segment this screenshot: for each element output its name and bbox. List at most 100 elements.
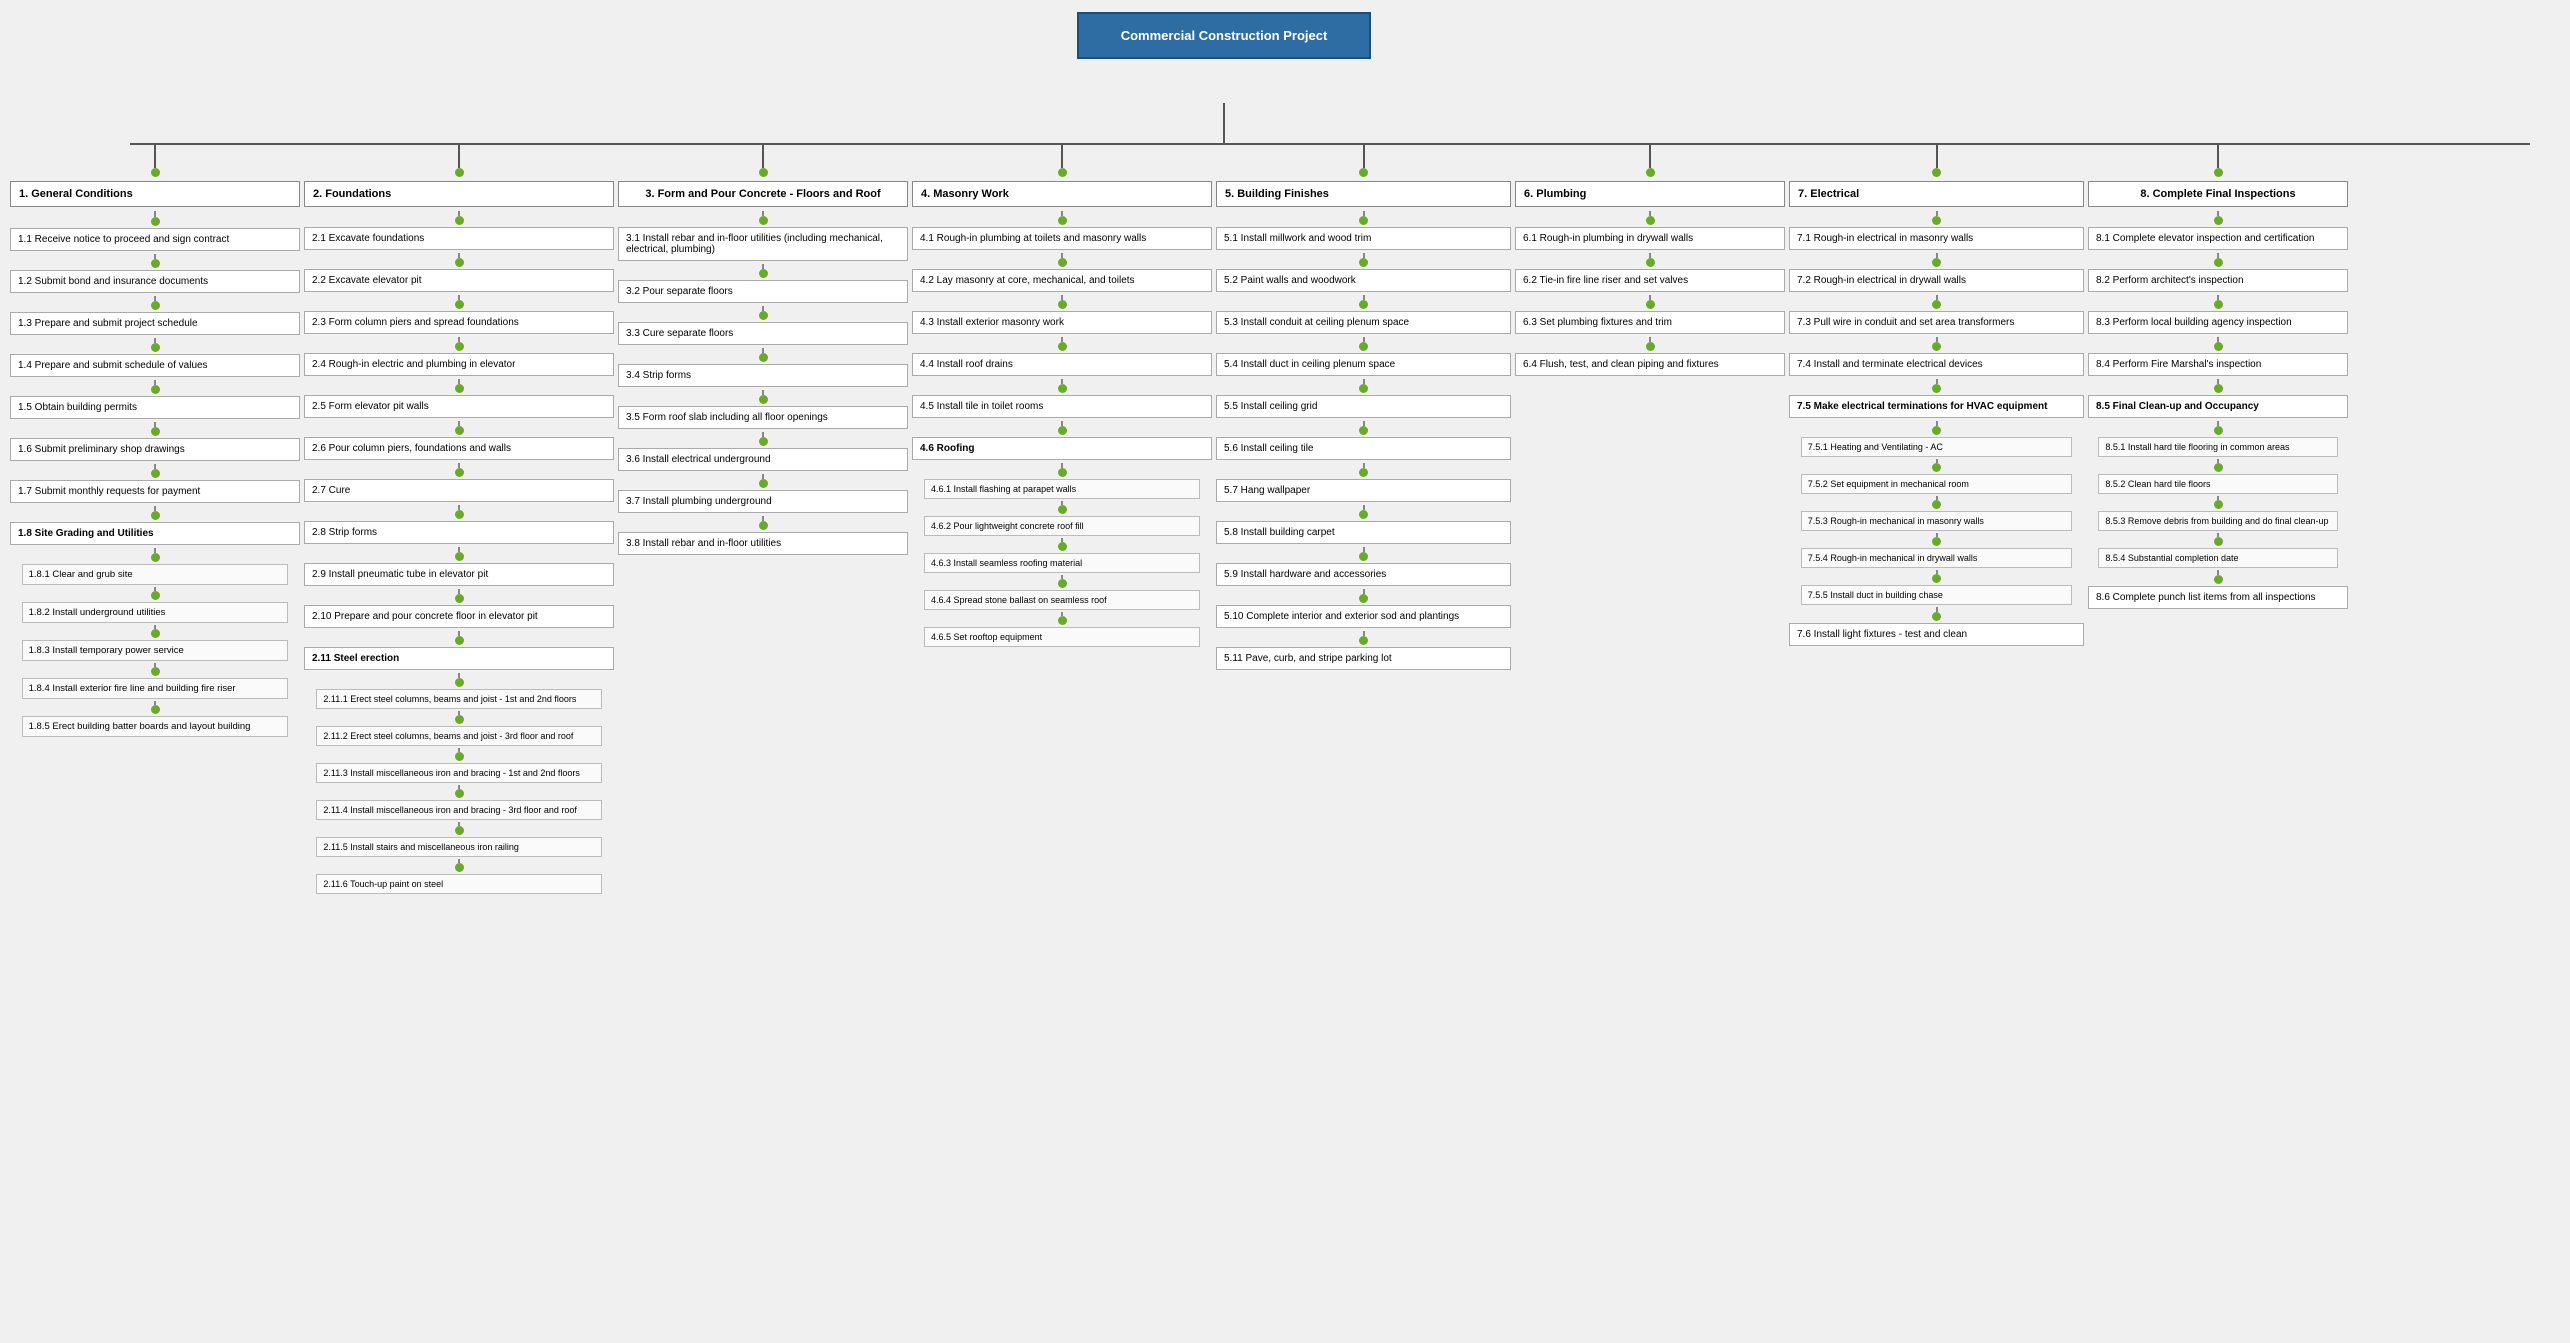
column-4: 4. Masonry Work 4.1 Rough-in plumbing at… (912, 143, 1212, 649)
task-2-4: 2.4 Rough-in electric and plumbing in el… (304, 353, 614, 376)
col3-header: 3. Form and Pour Concrete - Floors and R… (618, 181, 908, 207)
root-node: Commercial Construction Project (1077, 12, 1371, 59)
task-2-11-3: 2.11.3 Install miscellaneous iron and br… (316, 763, 601, 783)
task-5-9: 5.9 Install hardware and accessories (1216, 563, 1511, 586)
task-1-8-2: 1.8.2 Install underground utilities (22, 602, 289, 623)
task-2-11-6: 2.11.6 Touch-up paint on steel (316, 874, 601, 894)
task-7-5-5: 7.5.5 Install duct in building chase (1801, 585, 2072, 605)
task-3-2: 3.2 Pour separate floors (618, 280, 908, 303)
task-3-3: 3.3 Cure separate floors (618, 322, 908, 345)
column-7: 7. Electrical 7.1 Rough-in electrical in… (1789, 143, 2084, 649)
task-5-3: 5.3 Install conduit at ceiling plenum sp… (1216, 311, 1511, 334)
col1-vert-top (154, 143, 156, 168)
root-vert-line (1223, 103, 1225, 143)
task-3-6: 3.6 Install electrical underground (618, 448, 908, 471)
col1-header: 1. General Conditions (10, 181, 300, 207)
root-title: Commercial Construction Project (1121, 28, 1328, 43)
task-8-5-3: 8.5.3 Remove debris from building and do… (2098, 511, 2337, 531)
task-6-4: 6.4 Flush, test, and clean piping and fi… (1515, 353, 1785, 376)
task-2-3: 2.3 Form column piers and spread foundat… (304, 311, 614, 334)
task-8-1: 8.1 Complete elevator inspection and cer… (2088, 227, 2348, 250)
col6-header: 6. Plumbing (1515, 181, 1785, 207)
column-5: 5. Building Finishes 5.1 Install millwor… (1216, 143, 1511, 673)
task-2-11-4: 2.11.4 Install miscellaneous iron and br… (316, 800, 601, 820)
task-8-6: 8.6 Complete punch list items from all i… (2088, 586, 2348, 609)
task-5-8: 5.8 Install building carpet (1216, 521, 1511, 544)
task-3-1: 3.1 Install rebar and in-floor utilities… (618, 227, 908, 261)
task-4-6: 4.6 Roofing (912, 437, 1212, 460)
task-7-6: 7.6 Install light fixtures - test and cl… (1789, 623, 2084, 646)
task-7-3: 7.3 Pull wire in conduit and set area tr… (1789, 311, 2084, 334)
task-1-3: 1.3 Prepare and submit project schedule (10, 312, 300, 335)
task-7-5-2: 7.5.2 Set equipment in mechanical room (1801, 474, 2072, 494)
col4-header: 4. Masonry Work (912, 181, 1212, 207)
columns-wrapper: 1. General Conditions 1.1 Receive notice… (10, 143, 2560, 896)
column-3: 3. Form and Pour Concrete - Floors and R… (618, 143, 908, 558)
task-2-10: 2.10 Prepare and pour concrete floor in … (304, 605, 614, 628)
task-2-5: 2.5 Form elevator pit walls (304, 395, 614, 418)
task-2-6: 2.6 Pour column piers, foundations and w… (304, 437, 614, 460)
task-4-6-3: 4.6.3 Install seamless roofing material (924, 553, 1200, 573)
task-2-11-1: 2.11.1 Erect steel columns, beams and jo… (316, 689, 601, 709)
task-4-6-5: 4.6.5 Set rooftop equipment (924, 627, 1200, 647)
task-7-1: 7.1 Rough-in electrical in masonry walls (1789, 227, 2084, 250)
task-3-5: 3.5 Form roof slab including all floor o… (618, 406, 908, 429)
task-2-11: 2.11 Steel erection (304, 647, 614, 670)
col2-header: 2. Foundations (304, 181, 614, 207)
task-3-7: 3.7 Install plumbing underground (618, 490, 908, 513)
task-8-5-4: 8.5.4 Substantial completion date (2098, 548, 2337, 568)
column-6: 6. Plumbing 6.1 Rough-in plumbing in dry… (1515, 143, 1785, 379)
task-1-8-3: 1.8.3 Install temporary power service (22, 640, 289, 661)
column-1: 1. General Conditions 1.1 Receive notice… (10, 143, 300, 739)
task-5-10: 5.10 Complete interior and exterior sod … (1216, 605, 1511, 628)
task-7-4: 7.4 Install and terminate electrical dev… (1789, 353, 2084, 376)
task-1-7: 1.7 Submit monthly requests for payment (10, 480, 300, 503)
task-5-4: 5.4 Install duct in ceiling plenum space (1216, 353, 1511, 376)
task-7-5-3: 7.5.3 Rough-in mechanical in masonry wal… (1801, 511, 2072, 531)
task-4-6-1: 4.6.1 Install flashing at parapet walls (924, 479, 1200, 499)
task-6-1: 6.1 Rough-in plumbing in drywall walls (1515, 227, 1785, 250)
task-6-2: 6.2 Tie-in fire line riser and set valve… (1515, 269, 1785, 292)
task-1-8-4: 1.8.4 Install exterior fire line and bui… (22, 678, 289, 699)
task-1-6: 1.6 Submit preliminary shop drawings (10, 438, 300, 461)
task-1-8-1: 1.8.1 Clear and grub site (22, 564, 289, 585)
task-3-8: 3.8 Install rebar and in-floor utilities (618, 532, 908, 555)
task-7-5: 7.5 Make electrical terminations for HVA… (1789, 395, 2084, 418)
column-2: 2. Foundations 2.1 Excavate foundations … (304, 143, 614, 896)
task-8-5-1: 8.5.1 Install hard tile flooring in comm… (2098, 437, 2337, 457)
task-7-5-1: 7.5.1 Heating and Ventilating - AC (1801, 437, 2072, 457)
col1-dot (151, 168, 160, 177)
task-8-5: 8.5 Final Clean-up and Occupancy (2088, 395, 2348, 418)
column-8: 8. Complete Final Inspections 8.1 Comple… (2088, 143, 2348, 612)
task-4-4: 4.4 Install roof drains (912, 353, 1212, 376)
task-7-5-4: 7.5.4 Rough-in mechanical in drywall wal… (1801, 548, 2072, 568)
task-2-9: 2.9 Install pneumatic tube in elevator p… (304, 563, 614, 586)
diagram-container: Commercial Construction Project 1. Gener… (0, 0, 2570, 1343)
task-2-7: 2.7 Cure (304, 479, 614, 502)
task-2-1: 2.1 Excavate foundations (304, 227, 614, 250)
task-4-3: 4.3 Install exterior masonry work (912, 311, 1212, 334)
task-8-2: 8.2 Perform architect's inspection (2088, 269, 2348, 292)
task-7-2: 7.2 Rough-in electrical in drywall walls (1789, 269, 2084, 292)
task-2-11-5: 2.11.5 Install stairs and miscellaneous … (316, 837, 601, 857)
task-5-7: 5.7 Hang wallpaper (1216, 479, 1511, 502)
task-1-8: 1.8 Site Grading and Utilities (10, 522, 300, 545)
col7-header: 7. Electrical (1789, 181, 2084, 207)
task-4-5: 4.5 Install tile in toilet rooms (912, 395, 1212, 418)
task-6-3: 6.3 Set plumbing fixtures and trim (1515, 311, 1785, 334)
task-8-3: 8.3 Perform local building agency inspec… (2088, 311, 2348, 334)
task-1-1: 1.1 Receive notice to proceed and sign c… (10, 228, 300, 251)
task-1-8-5: 1.8.5 Erect building batter boards and l… (22, 716, 289, 737)
task-4-1: 4.1 Rough-in plumbing at toilets and mas… (912, 227, 1212, 250)
task-5-5: 5.5 Install ceiling grid (1216, 395, 1511, 418)
task-3-4: 3.4 Strip forms (618, 364, 908, 387)
col5-header: 5. Building Finishes (1216, 181, 1511, 207)
task-8-4: 8.4 Perform Fire Marshal's inspection (2088, 353, 2348, 376)
task-5-6: 5.6 Install ceiling tile (1216, 437, 1511, 460)
task-2-11-2: 2.11.2 Erect steel columns, beams and jo… (316, 726, 601, 746)
task-1-2: 1.2 Submit bond and insurance documents (10, 270, 300, 293)
task-4-2: 4.2 Lay masonry at core, mechanical, and… (912, 269, 1212, 292)
task-2-2: 2.2 Excavate elevator pit (304, 269, 614, 292)
task-5-1: 5.1 Install millwork and wood trim (1216, 227, 1511, 250)
task-1-4: 1.4 Prepare and submit schedule of value… (10, 354, 300, 377)
